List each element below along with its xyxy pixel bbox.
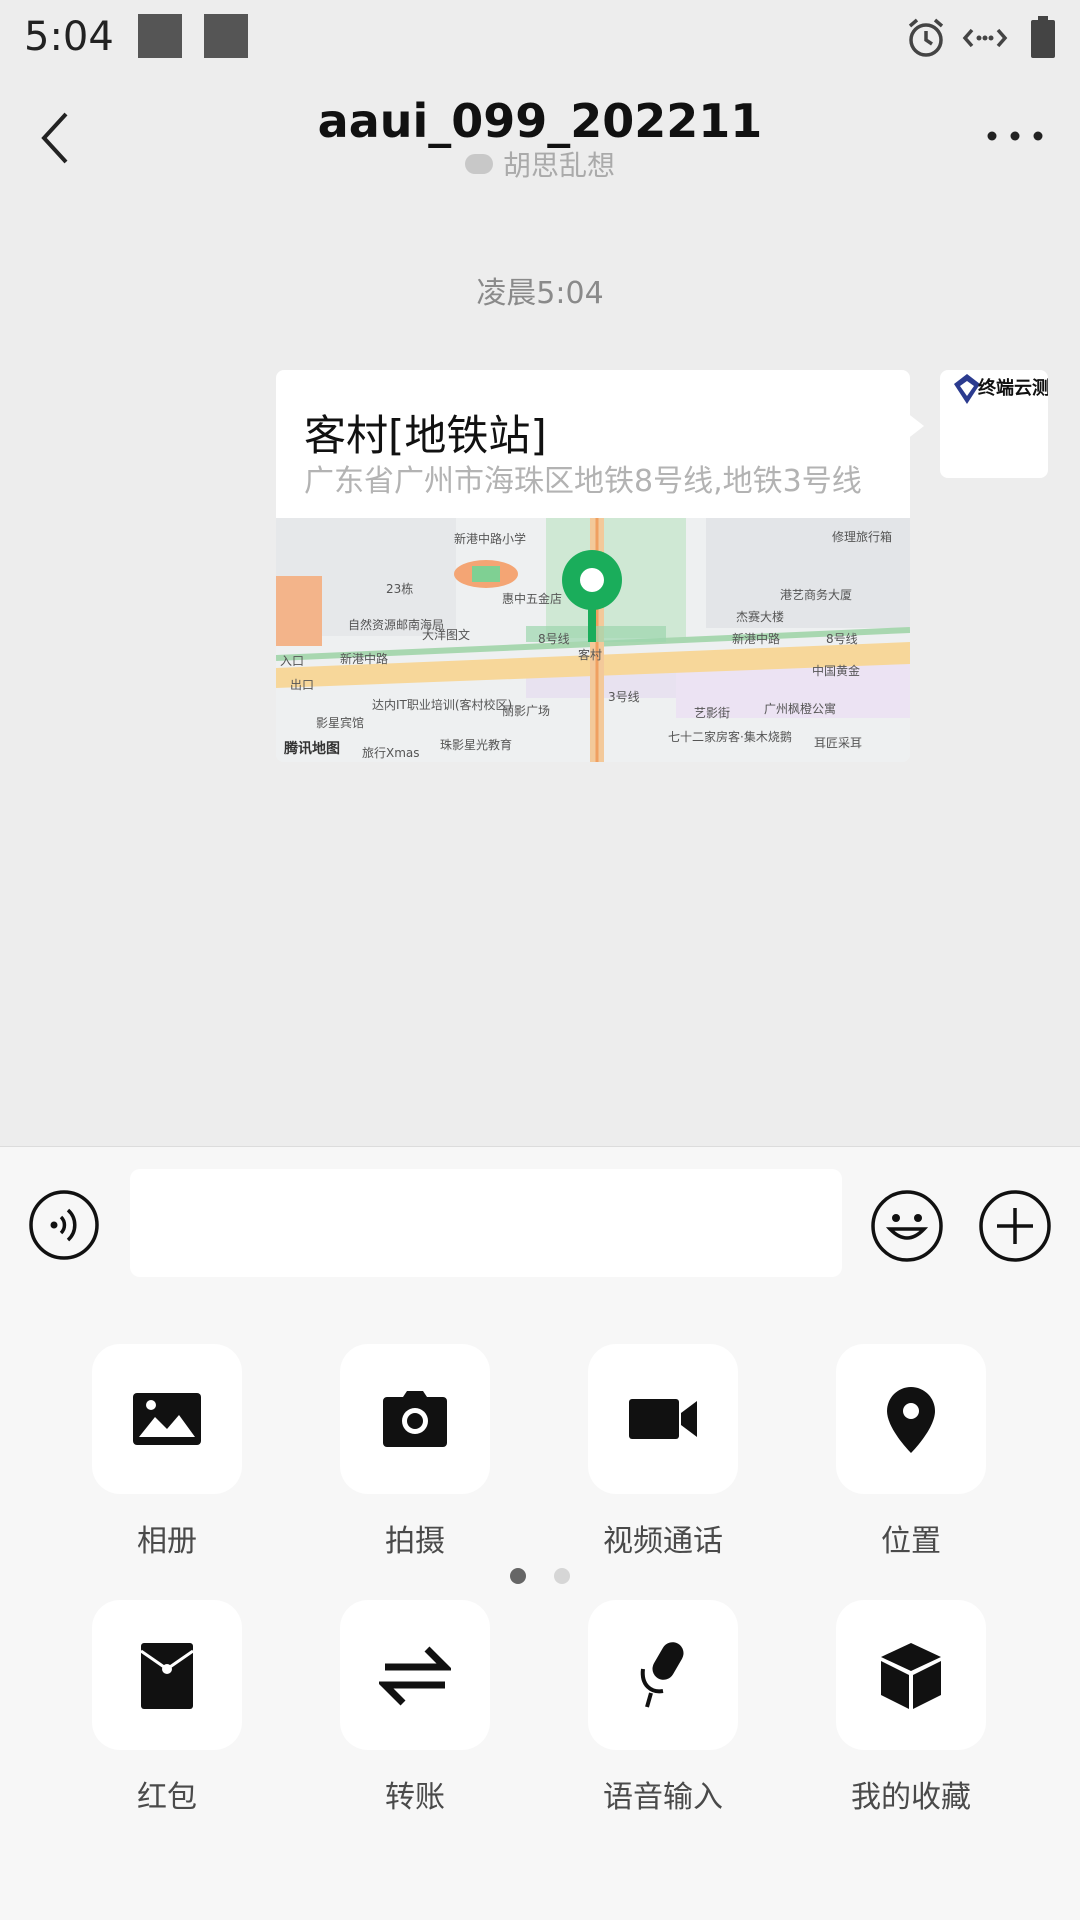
map-label: 旅行Xmas: [362, 746, 420, 760]
map-label: 丽影广场: [502, 704, 551, 718]
tool-label: 相册: [137, 1524, 197, 1559]
map-label: 广州枫橙公寓: [764, 702, 837, 716]
map-label: 港艺商务大厦: [780, 588, 853, 602]
message-input[interactable]: [130, 1169, 842, 1277]
tool-label: 视频通话: [603, 1524, 723, 1559]
notification-icon: [138, 14, 182, 58]
tool-favorites-button[interactable]: [836, 1600, 986, 1750]
tool-label: 我的收藏: [851, 1780, 971, 1815]
map-label: 8号线: [538, 632, 570, 646]
location-name: 客村[地铁站]: [304, 411, 547, 460]
tool-location[interactable]: 位置: [811, 1344, 1011, 1564]
tool-voice-input-button[interactable]: [588, 1600, 738, 1750]
data-transfer-icon: [962, 28, 1008, 48]
more-options-icon[interactable]: [980, 116, 1050, 156]
favorites-box-icon: [881, 1643, 941, 1709]
map-label: 新港中路: [340, 652, 389, 666]
camera-icon: [383, 1391, 447, 1447]
chat-header: aaui_099_202211 胡思乱想: [0, 76, 1080, 196]
location-map[interactable]: 新港中路小学 修理旅行箱 23栋 惠中五金店 港艺商务大厦 杰赛大楼 自然资源邮…: [276, 518, 910, 762]
tool-label: 拍摄: [385, 1524, 445, 1559]
tool-voice-input[interactable]: 语音输入: [563, 1600, 763, 1820]
map-label: 惠中五金店: [502, 592, 563, 606]
red-packet-icon: [140, 1643, 194, 1709]
map-label: 杰赛大楼: [736, 610, 785, 624]
location-pin-icon: [887, 1387, 935, 1453]
message-bubble-tail: [906, 412, 924, 440]
notification-icon: [204, 14, 248, 58]
tool-camera-button[interactable]: [340, 1344, 490, 1494]
location-message[interactable]: 客村[地铁站] 广东省广州市海珠区地铁8号线,地铁3号线 新港中路小学 修理旅行…: [276, 370, 910, 762]
map-label: 3号线: [608, 690, 640, 704]
map-label: 入口: [280, 654, 305, 668]
chat-status-text: 胡思乱想: [502, 149, 615, 182]
emoji-icon[interactable]: [870, 1189, 944, 1263]
voice-input-icon[interactable]: [28, 1189, 100, 1261]
status-bar: 5:04: [0, 0, 1080, 76]
alarm-icon: [908, 18, 944, 57]
tool-label: 语音输入: [603, 1780, 723, 1815]
tool-favorites[interactable]: 我的收藏: [811, 1600, 1011, 1820]
tool-red-packet[interactable]: 红包: [67, 1600, 267, 1820]
map-label: 七十二家房客·集木烧鹅: [668, 730, 792, 744]
transfer-icon: [379, 1646, 451, 1706]
tool-red-packet-button[interactable]: [92, 1600, 242, 1750]
status-time: 5:04: [24, 14, 114, 60]
status-bubble-icon: [464, 154, 493, 174]
page-indicator[interactable]: [554, 1568, 570, 1584]
map-label: 新港中路: [732, 632, 781, 646]
tool-album[interactable]: 相册: [67, 1344, 267, 1564]
map-graphic: [276, 518, 910, 762]
map-label: 23栋: [386, 582, 414, 596]
microphone-icon: [640, 1642, 684, 1708]
map-label: 8号线: [826, 632, 858, 646]
map-label: 艺影街: [694, 706, 731, 720]
chat-status: 胡思乱想: [0, 144, 1080, 184]
map-label: 耳匠采耳: [814, 736, 863, 750]
tool-video-call[interactable]: 视频通话: [563, 1344, 763, 1564]
plus-icon[interactable]: [978, 1189, 1052, 1263]
map-label: 客村: [578, 648, 603, 662]
message-timestamp: 凌晨5:04: [476, 276, 604, 311]
map-provider-logo: 腾讯地图: [284, 741, 340, 757]
tool-label: 位置: [881, 1524, 941, 1559]
tool-location-button[interactable]: [836, 1344, 986, 1494]
map-label: 珠影星光教育: [440, 738, 513, 752]
tool-label: 红包: [137, 1780, 197, 1815]
page-indicator-active[interactable]: [510, 1568, 526, 1584]
map-label: 修理旅行箱: [832, 530, 893, 544]
location-address: 广东省广州市海珠区地铁8号线,地铁3号线: [304, 464, 862, 499]
avatar-text: 终端云测: [978, 378, 1048, 399]
map-label: 中国黄金: [812, 664, 861, 678]
map-label: 新港中路小学: [454, 532, 527, 546]
battery-icon: [1031, 16, 1055, 58]
tool-label: 转账: [385, 1780, 445, 1815]
tool-transfer-button[interactable]: [340, 1600, 490, 1750]
tool-video-call-button[interactable]: [588, 1344, 738, 1494]
avatar[interactable]: 终端云测: [940, 370, 1048, 478]
map-label: 大洋图文: [422, 628, 471, 642]
photo-album-icon: [133, 1393, 201, 1445]
chat-title: aaui_099_202211: [317, 94, 763, 148]
map-label: 影星宾馆: [316, 716, 365, 730]
video-call-icon: [629, 1399, 697, 1439]
input-bar: [0, 1146, 1080, 1300]
map-label: 达内IT职业培训(客村校区): [372, 698, 513, 712]
map-label: 出口: [290, 678, 315, 692]
tool-album-button[interactable]: [92, 1344, 242, 1494]
tool-transfer[interactable]: 转账: [315, 1600, 515, 1820]
tool-camera[interactable]: 拍摄: [315, 1344, 515, 1564]
